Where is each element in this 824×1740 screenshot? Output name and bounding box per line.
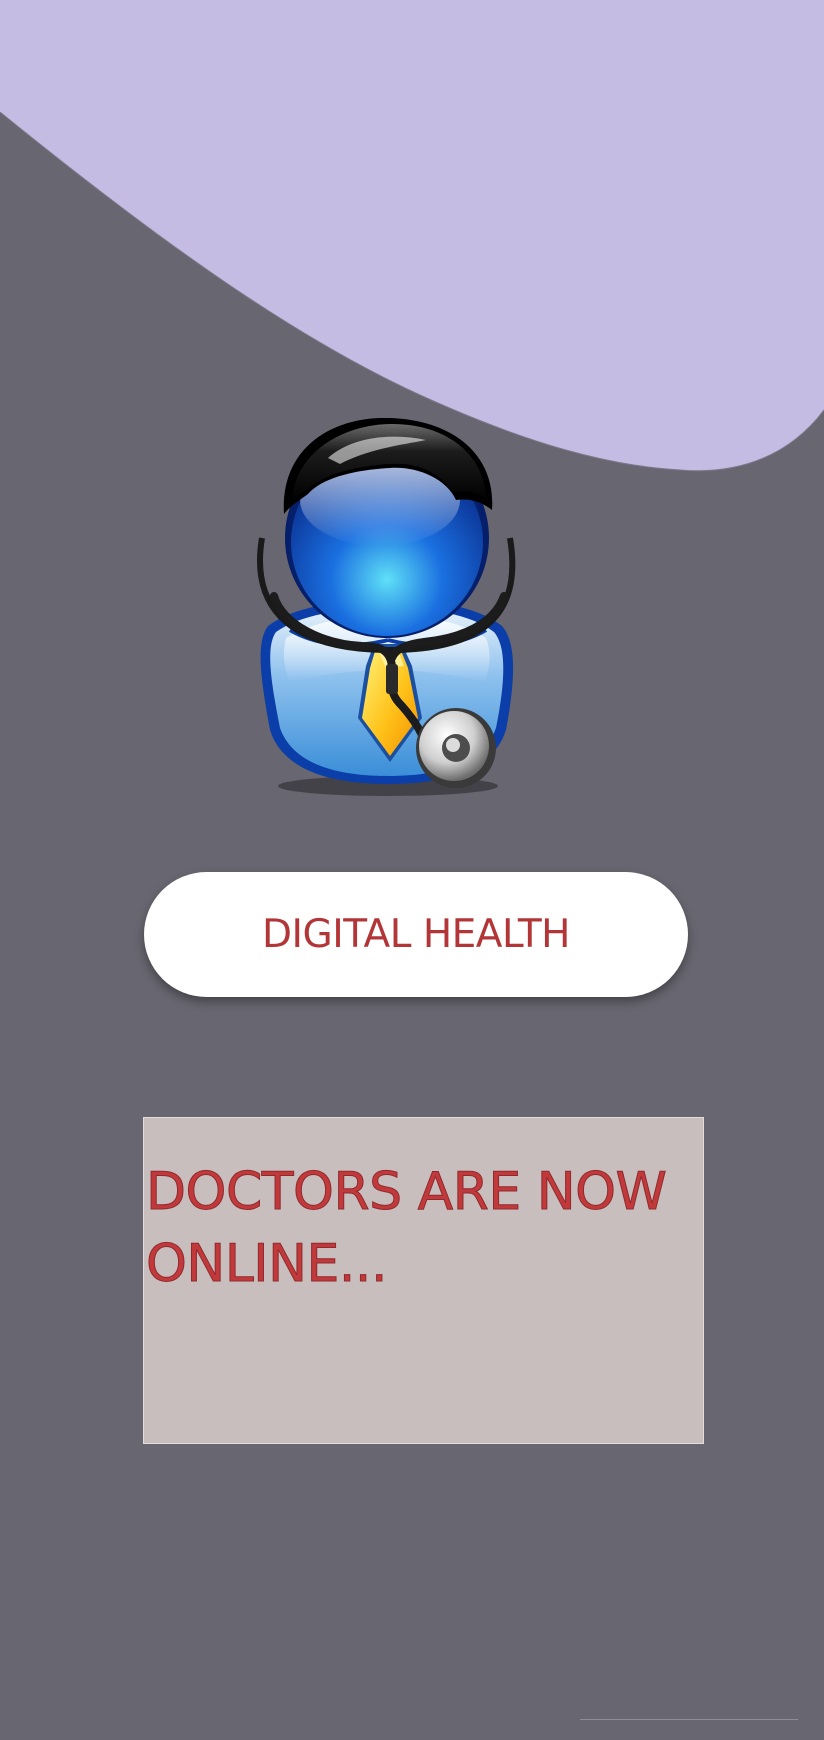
bottom-divider bbox=[580, 1719, 798, 1720]
status-message: DOCTORS ARE NOW ONLINE... bbox=[146, 1162, 668, 1295]
status-card: DOCTORS ARE NOW ONLINE... bbox=[143, 1117, 704, 1444]
doctor-avatar-icon bbox=[257, 418, 516, 796]
digital-health-button-label: DIGITAL HEALTH bbox=[261, 912, 571, 957]
digital-health-button[interactable]: DIGITAL HEALTH bbox=[144, 872, 688, 997]
background-wave bbox=[0, 0, 824, 472]
